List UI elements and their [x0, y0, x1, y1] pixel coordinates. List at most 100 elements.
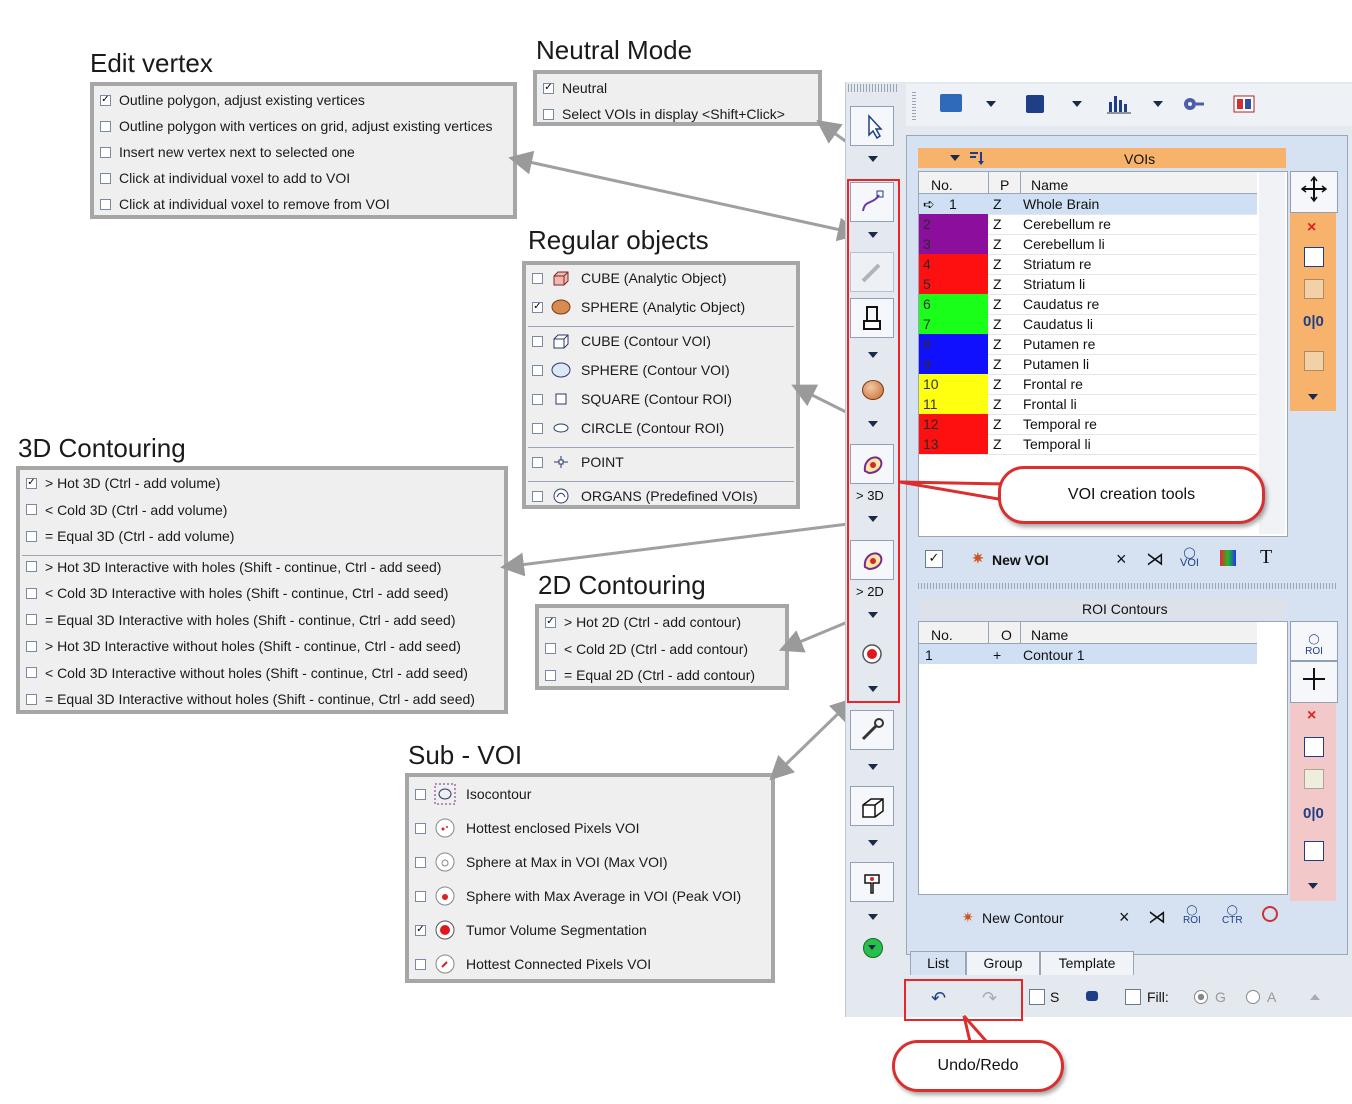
voi-table-header: No. P Name	[919, 172, 1257, 194]
voi-row[interactable]: 11 Z Frontal li	[919, 394, 1257, 415]
collapse-icon[interactable]	[1310, 994, 1320, 1000]
voi-row-no: 1	[949, 196, 957, 212]
voi-row-no: 4	[923, 256, 931, 272]
new-contour-button[interactable]: New Contour	[982, 910, 1064, 926]
neutral-mode-button[interactable]	[850, 106, 894, 146]
neutral-dropdown-icon[interactable]	[868, 156, 878, 162]
s-checkbox[interactable]	[1029, 989, 1045, 1005]
vois-title: VOIs	[1124, 151, 1156, 167]
sub-voi-pipette-button[interactable]	[850, 710, 894, 750]
mirror-roi-icon[interactable]: 0|0	[1303, 805, 1324, 822]
voi-row[interactable]: 3 Z Cerebellum li	[919, 234, 1257, 255]
voi-row-p: Z	[993, 296, 1002, 312]
paste-voi-icon[interactable]	[1304, 279, 1324, 299]
open-dropdown-icon[interactable]	[986, 101, 996, 107]
voi-row-p: Z	[993, 396, 1002, 412]
voi-row[interactable]: 7 Z Caudatus li	[919, 314, 1257, 335]
roi-move-button[interactable]	[1290, 661, 1338, 703]
roi-select-button[interactable]: ◯ ROI	[1290, 621, 1338, 661]
transform-dropdown-icon[interactable]	[868, 914, 878, 920]
paste-roi-icon[interactable]	[1304, 769, 1324, 789]
voi-row-name: Frontal li	[1023, 396, 1077, 412]
g-radio[interactable]	[1194, 990, 1208, 1004]
voi-table-scrollbar[interactable]	[1259, 172, 1285, 534]
voi-row[interactable]: 9 Z Putamen li	[919, 354, 1257, 375]
voi-row-p: Z	[993, 276, 1002, 292]
open-icon[interactable]	[940, 94, 962, 112]
save-icon[interactable]	[1026, 95, 1044, 113]
voi-properties-icon[interactable]: ◯ VOI	[1180, 548, 1199, 569]
voi-row[interactable]: 8 Z Putamen re	[919, 334, 1257, 355]
contour-properties-icon[interactable]: ◯ CTR	[1222, 906, 1243, 926]
voi-transform-button[interactable]	[850, 862, 894, 902]
roi-col-no[interactable]: No.	[931, 627, 953, 643]
roi-row-no: 1	[925, 647, 933, 663]
voi-text-icon[interactable]: T	[1260, 546, 1272, 569]
paste-special-icon[interactable]	[1304, 351, 1324, 371]
delete-roi-icon[interactable]: ×	[1307, 707, 1316, 725]
roi-col-name[interactable]: Name	[1031, 627, 1068, 643]
cube-operations-button[interactable]	[850, 786, 894, 826]
statistics-icon[interactable]	[1107, 92, 1133, 114]
vois-header-dropdown-icon[interactable]	[950, 155, 960, 161]
voi-row-name: Cerebellum li	[1023, 236, 1105, 252]
roi-row[interactable]: 1 + Contour 1	[919, 644, 1257, 664]
cube-dropdown-icon[interactable]	[868, 840, 878, 846]
statistics-dropdown-icon[interactable]	[1153, 101, 1163, 107]
tab-group[interactable]: Group	[966, 951, 1040, 975]
copy-roi-icon[interactable]	[1304, 737, 1324, 757]
voi-row[interactable]: ➪ 1 Z Whole Brain	[919, 194, 1257, 215]
pipette-dropdown-icon[interactable]	[868, 764, 878, 770]
remove-all-vois-icon[interactable]: ⋊	[1146, 549, 1164, 570]
sort-icon[interactable]	[968, 150, 984, 166]
roi-more-dropdown-icon[interactable]	[1308, 883, 1318, 889]
voi-row-no: 3	[923, 236, 931, 252]
link-icon[interactable]	[1086, 991, 1098, 1001]
voi-row-p: Z	[993, 376, 1002, 392]
export-icon[interactable]	[1233, 94, 1255, 114]
remove-contour-icon[interactable]: ×	[1119, 907, 1130, 928]
fill-checkbox[interactable]	[1125, 989, 1141, 1005]
roi-col-o[interactable]: O	[1001, 627, 1012, 643]
voi-row-p: Z	[993, 436, 1002, 452]
settings-icon[interactable]	[1180, 94, 1206, 114]
voi-row-name: Cerebellum re	[1023, 216, 1111, 232]
accept-icon[interactable]	[863, 938, 883, 958]
save-dropdown-icon[interactable]	[1072, 101, 1082, 107]
voi-move-button[interactable]	[1290, 171, 1338, 213]
tab-template[interactable]: Template	[1040, 951, 1134, 975]
voi-row-no: 10	[923, 376, 939, 392]
voi-row[interactable]: 10 Z Frontal re	[919, 374, 1257, 395]
top-toolbar	[906, 84, 1352, 126]
voi-row-name: Putamen re	[1023, 336, 1096, 352]
new-voi-button[interactable]: New VOI	[992, 552, 1049, 568]
mirror-voi-icon[interactable]: 0|0	[1303, 313, 1324, 330]
voi-more-dropdown-icon[interactable]	[1308, 394, 1318, 400]
show-vois-checkbox[interactable]: ✓	[925, 550, 943, 568]
voi-row[interactable]: 13 Z Temporal li	[919, 434, 1257, 455]
tab-list[interactable]: List	[910, 951, 966, 975]
panel-splitter[interactable]	[918, 583, 1338, 589]
col-no[interactable]: No.	[931, 177, 953, 193]
voi-row[interactable]: 2 Z Cerebellum re	[919, 214, 1257, 235]
new-contour-icon: ✷	[962, 909, 974, 925]
voi-row-name: Caudatus li	[1023, 316, 1094, 332]
voi-row[interactable]: 6 Z Caudatus re	[919, 294, 1257, 315]
voi-row[interactable]: 4 Z Striatum re	[919, 254, 1257, 275]
voi-row[interactable]: 12 Z Temporal re	[919, 414, 1257, 435]
roi-properties-icon[interactable]: ◯ ROI	[1183, 906, 1201, 926]
g-label: G	[1215, 989, 1226, 1005]
remove-all-contours-icon[interactable]: ⋊	[1148, 907, 1166, 928]
contour-power-icon[interactable]	[1262, 906, 1278, 922]
toolbar-grip[interactable]	[848, 84, 898, 92]
voi-row[interactable]: 5 Z Striatum li	[919, 274, 1257, 295]
col-name[interactable]: Name	[1031, 177, 1068, 193]
copy-voi-icon[interactable]	[1304, 247, 1324, 267]
remove-voi-icon[interactable]: ×	[1116, 549, 1127, 570]
roi-to-voi-icon[interactable]	[1304, 841, 1324, 861]
roi-header: ROI Contours	[918, 598, 1286, 618]
col-p[interactable]: P	[1000, 177, 1009, 193]
voi-colors-icon[interactable]	[1220, 550, 1236, 566]
a-radio[interactable]	[1246, 990, 1260, 1004]
delete-voi-icon[interactable]: ×	[1307, 219, 1316, 237]
